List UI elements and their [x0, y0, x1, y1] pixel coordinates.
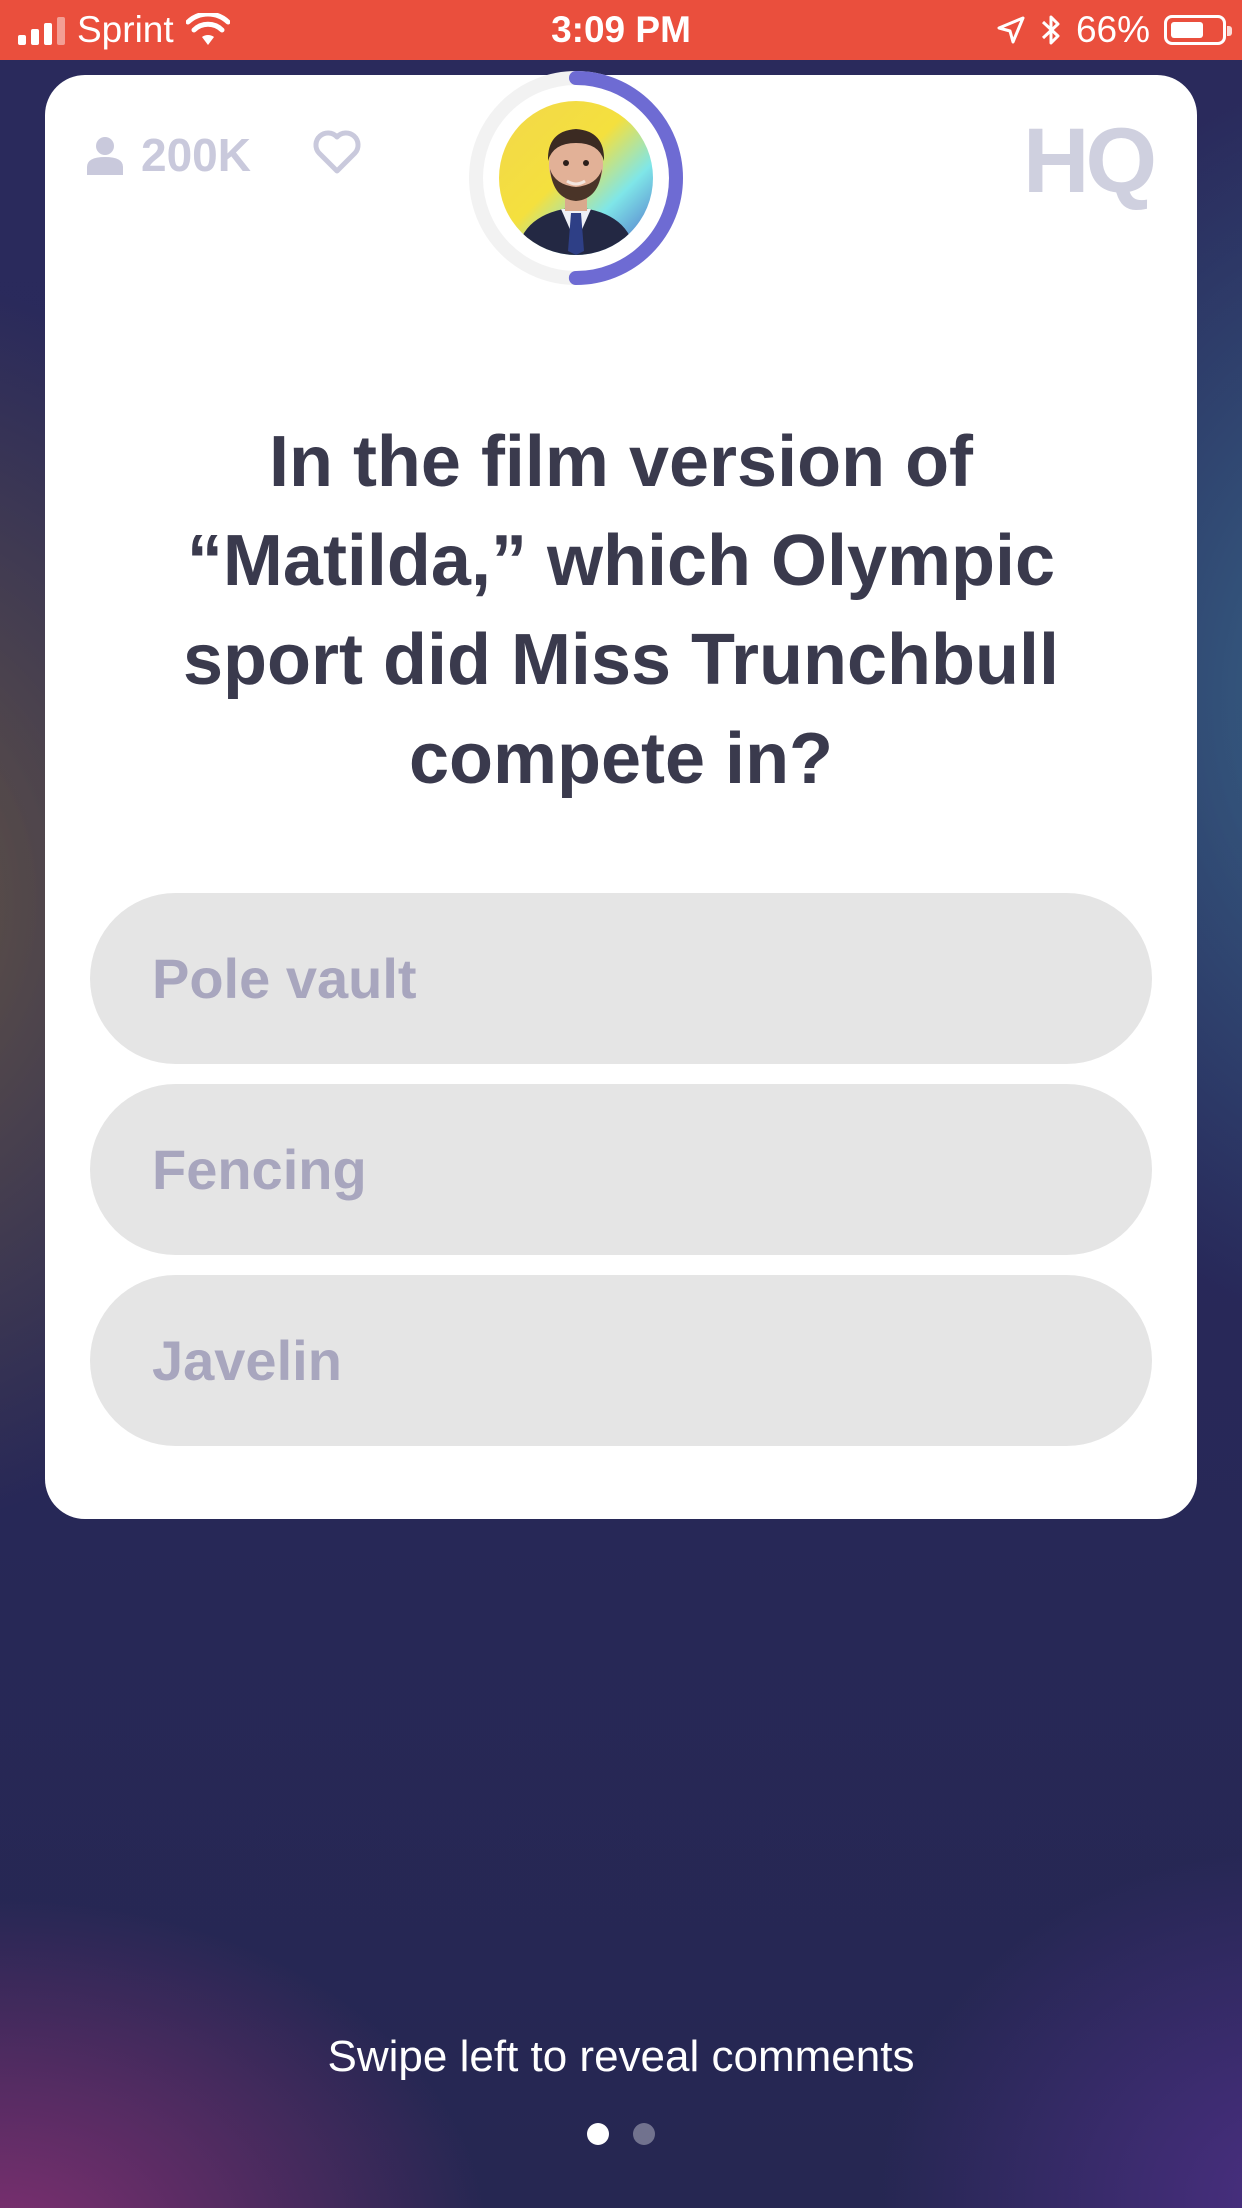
viewer-count-value: 200K: [141, 129, 251, 181]
answer-option-1[interactable]: Pole vault: [90, 893, 1152, 1064]
status-bar: Sprint 3:09 PM 66%: [0, 0, 1242, 60]
viewer-count: 200K: [87, 125, 251, 185]
page-indicator[interactable]: [0, 2123, 1242, 2145]
answer-option-2[interactable]: Fencing: [90, 1084, 1152, 1255]
carrier-name: Sprint: [77, 9, 174, 50]
host-avatar: [499, 101, 653, 255]
answer-label: Javelin: [152, 1329, 342, 1392]
page-dot[interactable]: [587, 2123, 609, 2145]
bluetooth-icon: [1041, 15, 1060, 45]
battery-icon: [1164, 15, 1232, 45]
host-portrait: [517, 129, 635, 255]
location-icon: [997, 16, 1025, 44]
page-dot[interactable]: [633, 2123, 655, 2145]
answer-option-3[interactable]: Javelin: [90, 1275, 1152, 1446]
answer-label: Pole vault: [152, 947, 417, 1010]
answer-label: Fencing: [152, 1138, 367, 1201]
wifi-icon: [185, 13, 230, 45]
hq-logo: HQ: [1023, 110, 1157, 212]
question-card: 200K HQ In the film version of “Matilda,…: [45, 75, 1197, 1519]
swipe-hint: Swipe left to reveal comments: [327, 2032, 915, 2081]
signal-icon: [18, 15, 65, 45]
question-text: In the film version of “Matilda,” which …: [182, 422, 1060, 799]
battery-percent: 66%: [1075, 9, 1150, 50]
person-icon: [87, 137, 123, 175]
heart-icon[interactable]: [311, 127, 363, 177]
